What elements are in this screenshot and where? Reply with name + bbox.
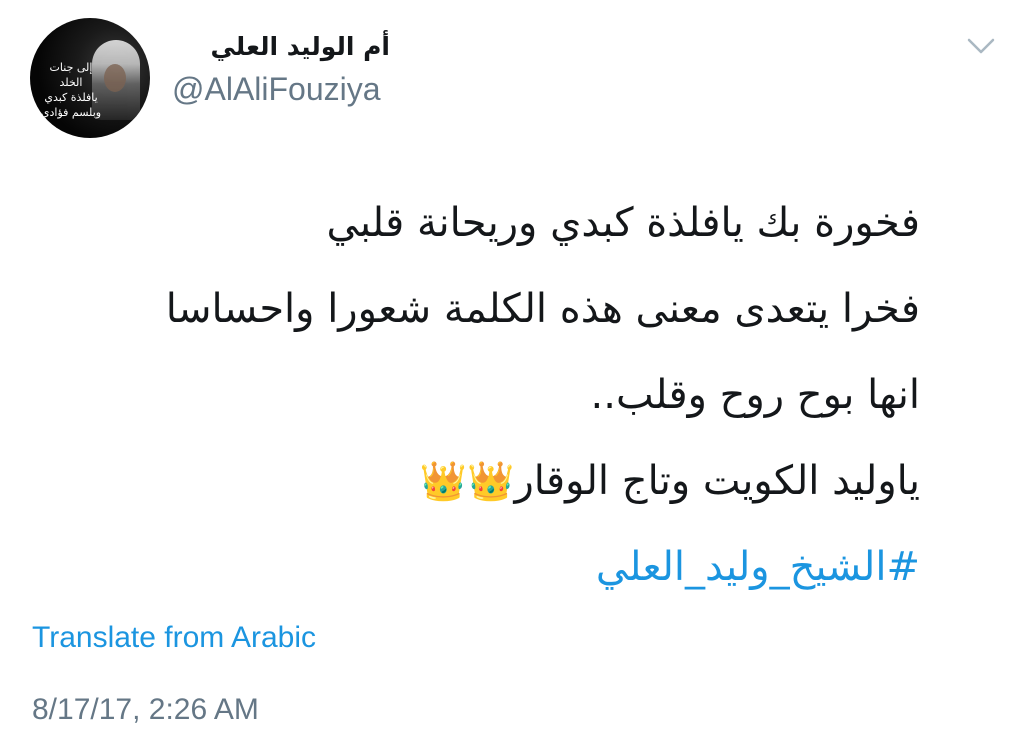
tweet-line-text: ياوليد الكويت وتاج الوقار [514, 458, 920, 504]
avatar-caption-line: إلى جنات الخلد [49, 61, 93, 89]
crown-icon: 👑👑 [419, 459, 515, 503]
translate-link[interactable]: Translate from Arabic [32, 618, 316, 658]
tweet-text: فخورة بك يافلذة كبدي وريحانة قلبي فخرا ي… [80, 180, 920, 610]
tweet-timestamp[interactable]: 8/17/17, 2:26 AM [32, 690, 259, 730]
tweet-line: فخرا يتعدى معنى هذه الكلمة شعورا واحساسا [165, 286, 920, 332]
tweet-card: إلى جنات الخلد يافلذة كبدي وبلسم فؤادي أ… [0, 0, 1024, 740]
user-handle[interactable]: @AlAliFouziya [172, 70, 381, 108]
avatar-caption-line: يافلذة كبدي [44, 91, 98, 104]
hashtag-line: #الشيخ_وليد_العلي [80, 524, 920, 610]
tweet-line: انها بوح روح وقلب.. [590, 372, 920, 418]
avatar-caption-line: وبلسم فؤادي [40, 106, 102, 119]
tweet-line: فخورة بك يافلذة كبدي وريحانة قلبي [326, 200, 920, 246]
tweet-line-with-emoji: ياوليد الكويت وتاج الوقار👑👑 [80, 438, 920, 524]
display-name[interactable]: أم الوليد العلي [210, 30, 390, 64]
hashtag-link[interactable]: #الشيخ_وليد_العلي [596, 544, 920, 590]
chevron-down-icon[interactable] [966, 34, 996, 58]
avatar-caption: إلى جنات الخلد يافلذة كبدي وبلسم فؤادي [38, 60, 104, 120]
avatar[interactable]: إلى جنات الخلد يافلذة كبدي وبلسم فؤادي [30, 18, 150, 138]
